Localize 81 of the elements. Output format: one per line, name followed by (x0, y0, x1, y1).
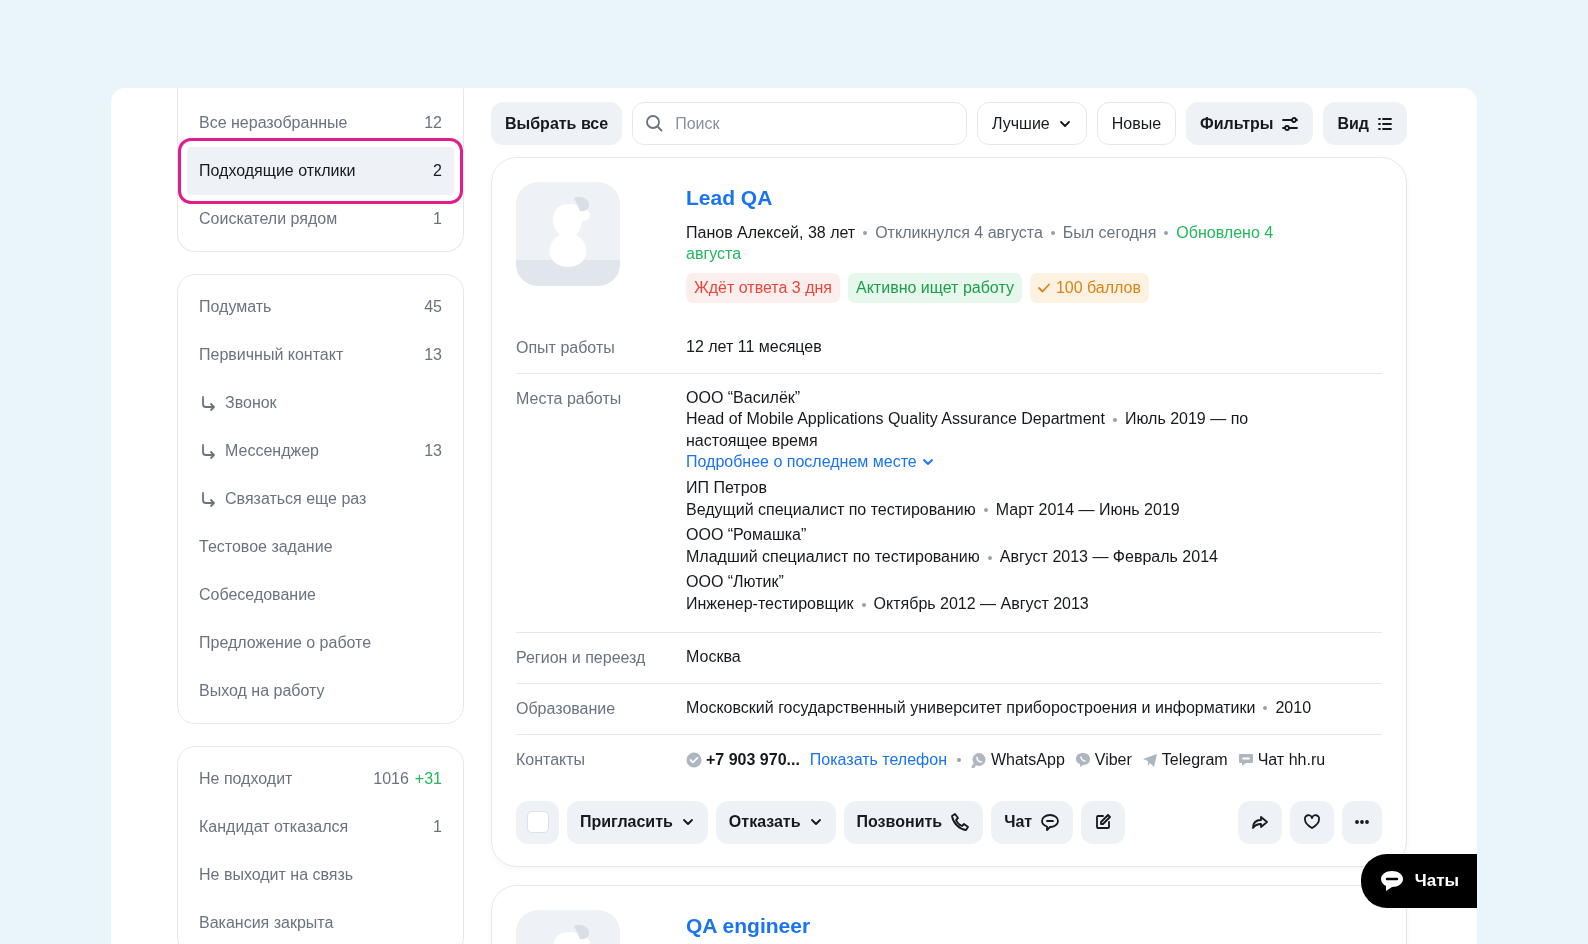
item-count: 1 (433, 818, 442, 835)
vacancy-title-link[interactable]: Lead QA (686, 182, 1316, 214)
dropdown-button[interactable]: Пригласить (567, 800, 708, 844)
sidebar-item[interactable]: Подумать 45 (187, 283, 454, 331)
company-name: ООО “Лютик” (686, 572, 785, 593)
field-value: 2010 (1275, 698, 1312, 716)
field-value: Москва (686, 647, 741, 665)
sidebar-item[interactable]: Выход на работу (187, 667, 454, 715)
sidebar-item[interactable]: Звонок (187, 379, 454, 427)
item-label: Соискатели рядом (199, 209, 338, 229)
messenger-name: Чат hh.ru (1257, 749, 1326, 770)
item-label: Кандидат отказался (199, 817, 349, 837)
sidebar-item[interactable]: Соискатели рядом 1 (187, 195, 454, 243)
item-label: Собеседование (199, 585, 316, 605)
call-button[interactable]: Позвонить (843, 800, 984, 844)
candidate-meta: Панов Алексей, 38 лет Откликнулся 4 августа Был сегодня Обновлено 4 августа (686, 222, 1275, 265)
item-label: Выход на работу (199, 681, 325, 701)
position-period: Head of Mobile Applications Quality Assurance Department Июль 2019 — по настоящее время (686, 409, 1250, 451)
item-count: 1 (433, 210, 442, 227)
field-value: 12 лет 11 месяцев (686, 337, 822, 355)
sidebar-item[interactable]: Первичный контакт 13 (187, 331, 454, 379)
item-label: Все неразобранные (199, 113, 348, 133)
field-label: Контакты (516, 749, 587, 770)
view-button[interactable]: Вид (1323, 102, 1407, 145)
sidebar-item[interactable]: Вакансия закрыта (187, 899, 454, 944)
sort-dropdown[interactable]: Лучшие (977, 102, 1087, 145)
sidebar-item[interactable]: Не подходит 1016 +31 (187, 755, 454, 803)
position-period: Ведущий специалист по тестированию Март 2014 — Июнь 2019 (686, 499, 1181, 520)
field-label: Образование (516, 698, 617, 719)
new-count: +31 (414, 770, 442, 787)
item-count: 13 (424, 442, 442, 459)
details-link[interactable]: Подробнее о последнем месте (686, 451, 935, 474)
sidebar-item[interactable]: Предложение о работе (187, 619, 454, 667)
sidebar-item[interactable]: Собеседование (187, 571, 454, 619)
item-label: Не подходит (199, 769, 293, 789)
item-count: 1016 (373, 770, 409, 787)
position-period: Инженер-тестировщик Октябрь 2012 — Август 2013 (686, 594, 1090, 615)
sidebar-item[interactable]: Тестовое задание (187, 523, 454, 571)
filter-button[interactable]: Новые (1096, 102, 1177, 145)
field-value: Московский государственный университет приборостроения и информатики (686, 698, 1256, 716)
item-count: 45 (424, 298, 442, 315)
item-label: Подумать (199, 297, 272, 317)
item-label: Тестовое задание (199, 537, 333, 557)
vacancy-title-link[interactable]: QA engineer (686, 909, 811, 942)
sidebar-item[interactable]: Мессенджер 13 (187, 427, 454, 475)
messenger-name: WhatsApp (990, 749, 1065, 770)
item-label: Мессенджер (225, 441, 319, 461)
messenger-name: Viber (1094, 749, 1132, 770)
search-field[interactable]: Поиск (632, 102, 968, 145)
status-tag: 100 баллов (1029, 272, 1149, 303)
item-label: Звонок (225, 393, 277, 413)
status-tag: Ждёт ответа 3 дня (686, 272, 840, 303)
status-tag: Активно ищет работу (848, 272, 1022, 303)
item-label: Предложение о работе (199, 633, 372, 653)
messenger-name: Telegram (1161, 749, 1228, 770)
field-label: Регион и переезд (516, 647, 647, 668)
select-all-button[interactable]: Выбрать все (491, 102, 623, 145)
item-label: Вакансия закрыта (199, 913, 334, 933)
item-count: 13 (424, 346, 442, 363)
item-count: 2 (433, 162, 442, 179)
company-name: ИП Петров (686, 478, 768, 499)
filters-button[interactable]: Фильтры (1186, 102, 1314, 145)
item-label: Связаться еще раз (225, 489, 367, 509)
item-label: Не выходит на связь (199, 865, 354, 885)
company-name: ООО “Ромашка” (686, 525, 808, 546)
company-name: ООО “Василёк” (686, 387, 802, 408)
item-count: 12 (424, 114, 442, 131)
item-label: Подходящие отклики (199, 161, 356, 181)
dropdown-button[interactable]: Отказать (715, 800, 836, 844)
field-label: Места работы (516, 388, 623, 409)
item-label: Первичный контакт (199, 345, 344, 365)
sidebar-item[interactable]: Связаться еще раз (187, 475, 454, 523)
position-period: Младший специалист по тестированию Август 2013 — Февраль 2014 (686, 546, 1219, 567)
sidebar-item[interactable]: Не выходит на связь (187, 851, 454, 899)
field-label: Опыт работы (516, 337, 616, 358)
sidebar-item[interactable]: Все неразобранные 12 (187, 99, 454, 147)
chats-button[interactable]: Чаты (1360, 854, 1477, 908)
chat-button[interactable]: Чат (991, 800, 1074, 844)
sidebar-item[interactable]: Кандидат отказался 1 (187, 803, 454, 851)
phone-number: +7 903 970... (706, 749, 800, 770)
show-phone-link[interactable]: Показать телефон (809, 748, 947, 771)
